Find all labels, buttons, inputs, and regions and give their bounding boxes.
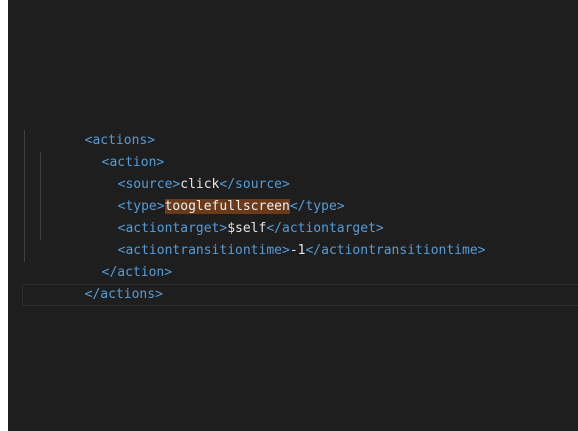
editor-frame: <actions> <action> <source>click</source…: [8, 0, 578, 431]
code-line[interactable]: <type>tooglefullscreen</type>: [8, 174, 578, 214]
indent-guide: [24, 196, 25, 218]
indent-guide: [24, 240, 25, 262]
current-line-highlight: [22, 284, 578, 306]
code-line[interactable]: </action>: [8, 240, 578, 280]
indent-guide: [40, 196, 41, 218]
code-line[interactable]: <action>: [8, 130, 578, 170]
indent-guide: [40, 174, 41, 196]
code-line[interactable]: <actiontarget>$self</actiontarget>: [8, 196, 578, 236]
code-line-empty-current[interactable]: [8, 284, 578, 306]
indent-guide: [24, 152, 25, 174]
code-line[interactable]: <actiontransitiontime>-1</actiontransiti…: [8, 218, 578, 258]
code-line[interactable]: <actions>: [8, 108, 578, 148]
indent-guide: [24, 218, 25, 240]
indent-guide: [40, 152, 41, 174]
indent-guide: [24, 174, 25, 196]
code-line[interactable]: <source>click</source>: [8, 152, 578, 192]
code-editor[interactable]: <actions> <action> <source>click</source…: [8, 108, 578, 306]
indent-guide: [24, 130, 25, 152]
code-line[interactable]: </actions>: [8, 262, 578, 302]
indent-guide: [40, 218, 41, 240]
